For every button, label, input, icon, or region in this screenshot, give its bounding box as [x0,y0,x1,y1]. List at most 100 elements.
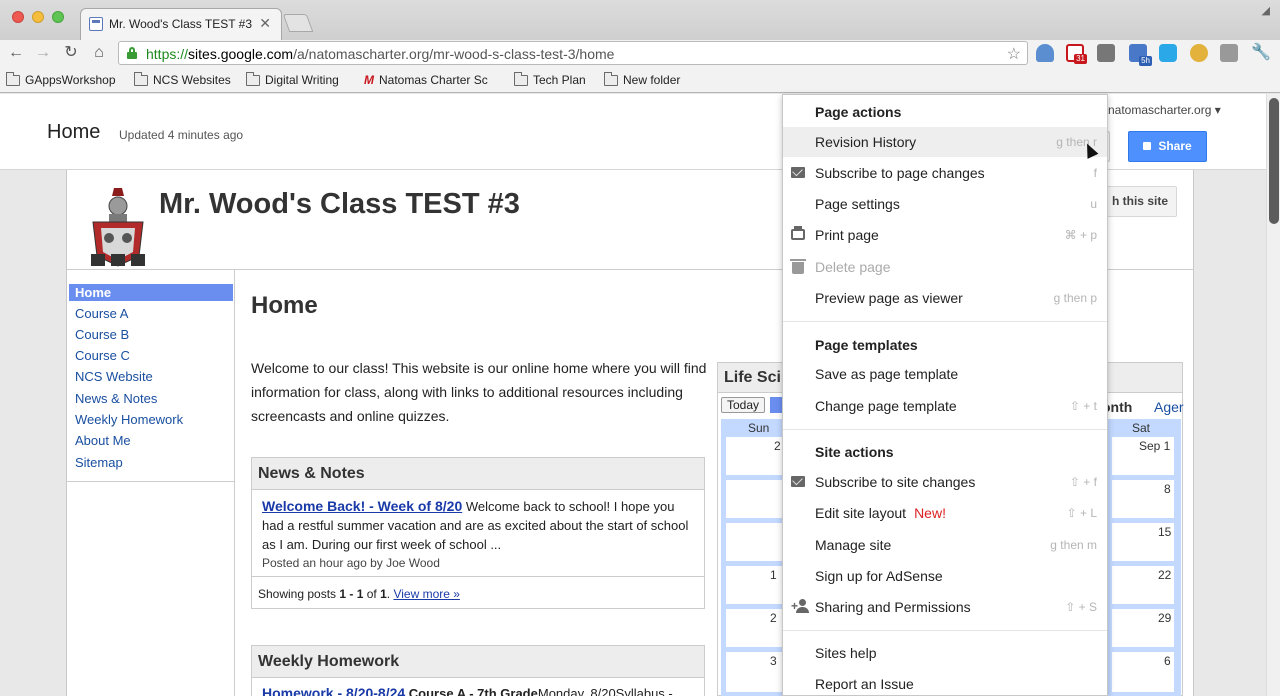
browser-toolbar: ← → ↻ ⌂ https://sites.google.com/a/natom… [0,40,1280,68]
menu-header-site-actions: Site actions [815,444,894,460]
account-menu[interactable]: natomascharter.org ▾ [1108,103,1221,117]
close-window-button[interactable] [12,11,24,23]
calendar-today-button[interactable]: Today [721,397,765,413]
extension-emoji-icon[interactable] [1190,44,1208,62]
menu-item-sites-help[interactable]: Sites help [783,638,1107,668]
folder-icon [514,71,528,86]
shortcut-hint: ⇧ + L [1066,506,1097,520]
bookmark-tech-plan[interactable]: Tech Plan [514,71,586,87]
sidebar-item-home[interactable]: Home [69,284,233,301]
calendar-nav-button[interactable] [770,397,782,413]
forward-arrow-icon[interactable]: → [33,43,53,63]
calendar-day-number: 15 [1158,525,1172,539]
news-post-body: Welcome Back! - Week of 8/20 Welcome bac… [262,498,689,552]
menu-item-report-issue[interactable]: Report an Issue [783,669,1107,696]
shortcut-hint: g then p [1053,291,1097,305]
extension-download-icon[interactable] [1220,44,1238,62]
calendar-cell[interactable] [726,609,788,647]
sidebar-item-about-me[interactable]: About Me [69,432,233,449]
sidebar-item-ncs-website[interactable]: NCS Website [69,368,233,385]
menu-item-subscribe-page[interactable]: Subscribe to page changes f [783,158,1107,188]
menu-item-save-template[interactable]: Save as page template [783,359,1107,389]
news-post-link[interactable]: Welcome Back! - Week of 8/20 [262,498,462,514]
sidebar-item-news-notes[interactable]: News & Notes [69,390,233,407]
ssl-lock-icon [127,47,137,59]
share-button[interactable]: Share [1128,131,1207,162]
new-badge: New! [914,505,946,521]
calendar-cell[interactable] [726,480,788,518]
menu-header-page-templates: Page templates [815,337,918,353]
tab-active[interactable]: Mr. Wood's Class TEST #3 ✕ [80,8,282,40]
menu-item-subscribe-site[interactable]: Subscribe to site changes ⇧ + f [783,467,1107,497]
menu-item-adsense[interactable]: Sign up for AdSense [783,561,1107,591]
shortcut-hint: ⇧ + f [1069,475,1097,489]
sidebar-item-sitemap[interactable]: Sitemap [69,454,233,471]
menu-item-sharing-permissions[interactable]: + Sharing and Permissions ⇧ + S [783,592,1107,622]
calendar-day-number: Sep 1 [1139,439,1171,453]
homework-post-link[interactable]: Homework - 8/20-8/24 [262,685,405,696]
bookmark-natomas-charter[interactable]: M Natomas Charter Sc [364,73,488,87]
new-tab-button[interactable] [282,14,314,32]
calendar-agenda-tab[interactable]: Ager [1154,399,1184,415]
shortcut-hint: g then m [1050,538,1097,552]
homework-post: Homework - 8/20-8/24 Course A - 7th Grad… [252,678,704,696]
extension-clipboard-icon[interactable] [1097,44,1115,62]
scrollbar-thumb[interactable] [1269,98,1279,224]
sidebar-item-course-a[interactable]: Course A [69,305,233,322]
sidebar-item-weekly-homework[interactable]: Weekly Homework [69,411,233,428]
bookmark-new-folder[interactable]: New folder [604,71,680,87]
menu-item-manage-site[interactable]: Manage site g then m [783,530,1107,560]
news-notes-heading: News & Notes [252,458,704,490]
homework-heading: Weekly Homework [252,646,704,678]
address-bar[interactable]: https://sites.google.com/a/natomascharte… [118,41,1028,65]
home-icon[interactable]: ⌂ [89,43,109,63]
site-title: Mr. Wood's Class TEST #3 [159,188,520,220]
sites-favicon-icon [89,17,103,31]
reload-icon[interactable]: ↻ [61,43,81,63]
calendar-cell[interactable] [726,652,788,692]
add-person-icon: + [791,599,811,613]
menu-item-preview-page[interactable]: Preview page as viewer g then p [783,283,1107,313]
menu-item-revision-history[interactable]: Revision History g then r [783,127,1107,157]
bookmark-ncs-websites[interactable]: NCS Websites [134,71,231,87]
chevron-down-icon: ▾ [1214,103,1221,117]
view-more-link[interactable]: View more » [393,587,459,601]
menu-item-change-template[interactable]: Change page template ⇧ + t [783,391,1107,421]
extension-d-icon[interactable] [1159,44,1177,62]
bookmark-gappsworkshop[interactable]: GAppsWorkshop [6,71,116,87]
folder-icon [6,71,20,86]
school-crest-icon [91,188,145,267]
sidebar-nav: Home Course A Course B Course C NCS Webs… [67,270,235,482]
weekly-homework-box: Weekly Homework Homework - 8/20-8/24 Cou… [251,645,705,696]
shortcut-hint: ⇧ + t [1069,399,1097,413]
envelope-icon [791,167,805,178]
sidebar-item-course-c[interactable]: Course C [69,347,233,364]
calendar-day-number: 2 [774,439,781,453]
zoom-window-button[interactable] [52,11,64,23]
lock-icon [1143,142,1152,150]
menu-item-page-settings[interactable]: Page settings u [783,189,1107,219]
calendar-day-number: 8 [1164,482,1171,496]
tab-close-icon[interactable]: ✕ [259,15,271,32]
calendar-cell[interactable] [726,523,788,561]
fullscreen-icon[interactable]: ◢ [1262,4,1270,17]
minimize-window-button[interactable] [32,11,44,23]
bookmark-star-icon[interactable]: ☆ [1007,44,1021,64]
extension-bird-icon[interactable] [1036,44,1054,62]
news-post: Welcome Back! - Week of 8/20 Welcome bac… [252,490,704,570]
menu-item-delete-page[interactable]: Delete page [783,252,1107,282]
search-this-site-button[interactable]: h this site [1097,186,1177,217]
calendar-cell[interactable] [726,566,788,604]
folder-icon [134,71,148,86]
menu-item-edit-site-layout[interactable]: Edit site layout New! ⇧ + L [783,498,1107,528]
sidebar-item-course-b[interactable]: Course B [69,326,233,343]
menu-item-print-page[interactable]: Print page ⌘ + p [783,220,1107,250]
gmail-icon: M [364,73,374,87]
wrench-menu-icon[interactable]: 🔧 [1251,43,1271,63]
gmail-checker-icon[interactable]: 31 [1066,44,1087,64]
back-arrow-icon[interactable]: ← [6,43,26,63]
page-scrollbar[interactable] [1266,94,1280,696]
welcome-text: Welcome to our class! This website is ou… [251,360,707,424]
bookmark-digital-writing[interactable]: Digital Writing [246,71,339,87]
calendar-checker-icon[interactable]: 5h [1129,44,1152,66]
